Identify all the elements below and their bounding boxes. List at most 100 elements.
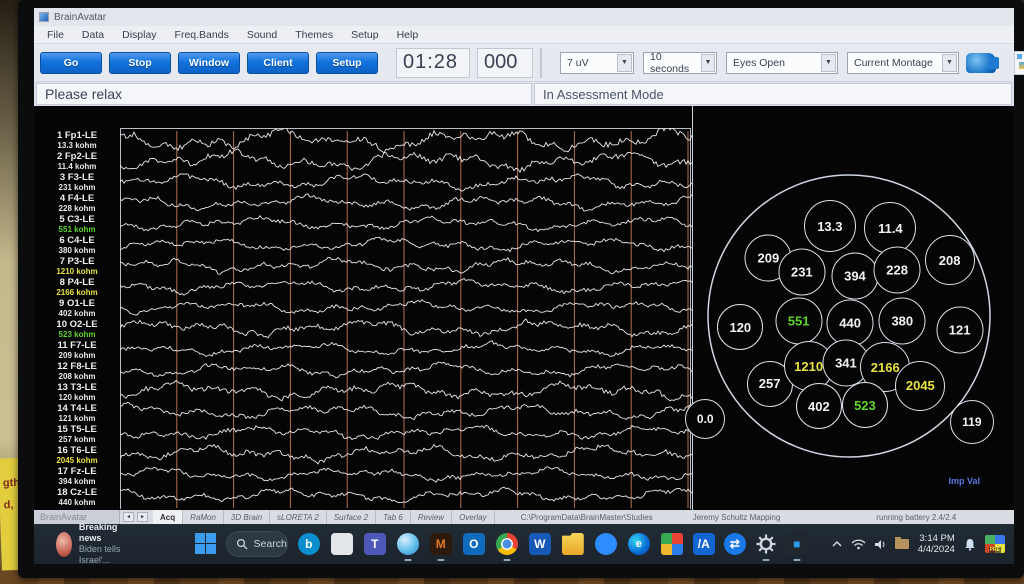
condition-select[interactable]: Eyes Open▼ — [726, 52, 838, 74]
menu-item-themes[interactable]: Themes — [286, 29, 342, 41]
electrode-c4: 380 — [879, 297, 926, 344]
tray-time: 3:14 PM — [918, 533, 955, 544]
news-widget[interactable]: Breaking news Biden tells Israel'... — [56, 522, 127, 566]
go-button[interactable]: Go — [40, 52, 102, 74]
channel-label-row: 6 C4-LE380 kohm — [34, 236, 120, 257]
montage-select[interactable]: Current Montage▼ — [847, 52, 959, 74]
chevron-down-icon: ▼ — [701, 54, 715, 72]
sweep-select[interactable]: 10 seconds▼ — [643, 52, 717, 74]
menu-item-setup[interactable]: Setup — [342, 29, 387, 41]
channel-label-row: 14 T4-LE121 kohm — [34, 404, 120, 425]
channel-label-row: 11 F7-LE209 kohm — [34, 341, 120, 362]
bing-app-icon[interactable]: b — [298, 533, 320, 555]
zoom-app-icon[interactable] — [595, 533, 617, 555]
battery-tray-icon[interactable]: PRE — [985, 535, 1005, 553]
news-thumbnail — [56, 532, 72, 557]
window-button[interactable]: Window — [178, 52, 240, 74]
electrode-fp2: 11.4 — [864, 202, 916, 254]
electrode-fp1: 13.3 — [804, 200, 856, 252]
menu-item-help[interactable]: Help — [388, 29, 428, 41]
grid-app-icon[interactable] — [661, 533, 683, 555]
volume-icon[interactable] — [874, 539, 887, 550]
menu-item-sound[interactable]: Sound — [238, 29, 286, 41]
outlook-app-icon[interactable]: O — [463, 533, 485, 555]
tab-acq[interactable]: Acq — [153, 510, 183, 524]
channel-label-row: 8 P4-LE2166 kohm — [34, 278, 120, 299]
gear-tray-icon-running-indicator — [762, 559, 769, 562]
snapshot-button[interactable] — [966, 48, 996, 78]
print-button[interactable] — [1014, 48, 1024, 78]
channel-name: 2 Fp2-LE — [34, 152, 120, 162]
eeg-trace — [120, 425, 692, 439]
chevron-up-icon[interactable] — [831, 540, 843, 548]
windows-start-button[interactable] — [195, 533, 216, 555]
m-app-icon[interactable]: M — [430, 533, 452, 555]
monitor-bezel: BrainAvatar FileDataDisplayFreq.BandsSou… — [18, 0, 1024, 578]
title-bar: BrainAvatar — [34, 8, 1014, 26]
channel-impedance: 440 kohm — [34, 498, 120, 508]
eeg-trace — [120, 300, 692, 316]
channel-name: 3 F3-LE — [34, 173, 120, 183]
sensitivity-select[interactable]: 7 uV▼ — [560, 52, 634, 74]
notification-bell-icon[interactable] — [964, 538, 976, 551]
electrode-fz: 394 — [831, 252, 878, 299]
channel-label-row: 3 F3-LE231 kohm — [34, 173, 120, 194]
tab-overlay[interactable]: Overlay — [452, 510, 495, 524]
menu-item-data[interactable]: Data — [73, 29, 113, 41]
tab-surface-2[interactable]: Surface 2 — [327, 510, 376, 524]
gear-tray-icon[interactable] — [755, 533, 777, 555]
channel-label-row: 18 Cz-LE440 kohm — [34, 488, 120, 509]
channel-name: 5 C3-LE — [34, 215, 120, 225]
m-app-icon-running-indicator — [437, 559, 444, 562]
channel-name: 1 Fp1-LE — [34, 131, 120, 141]
taskbar-clock[interactable]: 3:14 PM 4/4/2024 — [918, 533, 955, 555]
channel-impedance: 380 kohm — [34, 246, 120, 256]
tab-ramon[interactable]: RaMon — [183, 510, 224, 524]
word-app-icon[interactable]: W — [529, 533, 551, 555]
electrode-f8: 208 — [925, 235, 975, 285]
eeg-trace — [120, 216, 692, 232]
electrode-t6: 2045 — [895, 361, 945, 411]
explorer-app-icon[interactable] — [562, 533, 584, 555]
camera-icon — [966, 53, 996, 73]
menu-item-display[interactable]: Display — [113, 29, 165, 41]
windows-logo-icon — [206, 533, 216, 543]
eeg-trace — [120, 487, 692, 502]
chrome-app-icon[interactable] — [496, 533, 518, 555]
tab-sloreta-2[interactable]: sLORETA 2 — [270, 510, 327, 524]
channel-impedance: 11.4 kohm — [34, 162, 120, 172]
teamviewer-tray-icon[interactable]: ⇄ — [724, 533, 746, 555]
sphere-app-icon[interactable] — [397, 533, 419, 555]
wifi-icon[interactable] — [851, 539, 866, 550]
teams-app-icon[interactable]: T — [364, 533, 386, 555]
tab-tab-6[interactable]: Tab 6 — [376, 510, 411, 524]
menu-item-freqbands[interactable]: Freq.Bands — [166, 29, 238, 41]
windows-taskbar: Breaking news Biden tells Israel'... Sea… — [34, 524, 1014, 564]
search-box[interactable]: Search — [226, 531, 288, 557]
folder-tray-icon[interactable] — [895, 539, 909, 549]
tab-scroll-right-button[interactable]: ► — [137, 512, 148, 522]
tab-review[interactable]: Review — [411, 510, 452, 524]
menu-item-file[interactable]: File — [38, 29, 73, 41]
montage-select-value: Current Montage — [854, 57, 933, 69]
bluebox-tray-icon[interactable]: ■ — [786, 533, 808, 555]
study-name: Jeremy Schultz Mapping — [693, 513, 781, 522]
channel-name: 9 O1-LE — [34, 299, 120, 309]
channel-name: 15 T5-LE — [34, 425, 120, 435]
printer-icon — [1014, 51, 1024, 75]
tab-3d-brain[interactable]: 3D Brain — [224, 510, 270, 524]
tab-scroll-left-button[interactable]: ◄ — [123, 512, 134, 522]
electrode-f4: 228 — [874, 247, 921, 294]
electrode-t3: 120 — [717, 304, 763, 350]
windows-logo-icon — [195, 533, 205, 543]
window-title: BrainAvatar — [54, 12, 106, 23]
sweep-select-value: 10 seconds — [650, 51, 700, 75]
stop-button[interactable]: Stop — [109, 52, 171, 74]
slash-a-tray-icon[interactable]: /A — [693, 533, 715, 555]
client-button[interactable]: Client — [247, 52, 309, 74]
sphere-app-icon-running-indicator — [404, 559, 411, 562]
edge-app-icon[interactable]: e — [628, 533, 650, 555]
setup-button[interactable]: Setup — [316, 52, 378, 74]
channel-label-column: 1 Fp1-LE13.3 kohm2 Fp2-LE11.4 kohm3 F3-L… — [34, 106, 120, 510]
copilot-app-icon[interactable] — [331, 533, 353, 555]
